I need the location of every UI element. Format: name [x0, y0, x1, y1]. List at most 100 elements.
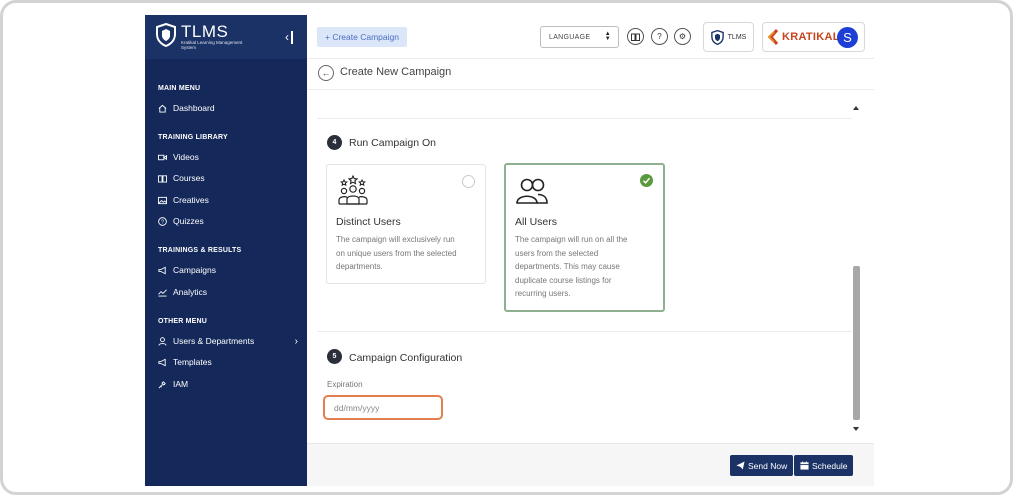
select-arrows-icon: ▲ ▼ [604, 31, 611, 42]
divider [317, 331, 852, 332]
users-group-icon [516, 178, 548, 204]
help-icon[interactable]: ? [651, 28, 668, 45]
kratikal-mark-icon [768, 29, 779, 45]
page-header: ← Create New Campaign [307, 59, 874, 90]
scroll-up-arrow-icon[interactable] [853, 106, 859, 110]
option-description-line: recurring users. [515, 289, 571, 298]
option-description-line: users from the selected [515, 248, 599, 258]
section-main-menu: MAIN MENU [158, 85, 201, 92]
option-description-line: departments. [336, 262, 383, 271]
logo-title: TLMS [181, 22, 229, 41]
sidebar: TLMS Kratikal Learning Management System… [145, 15, 307, 486]
step-title: Run Campaign On [349, 137, 436, 149]
sidebar-header: TLMS Kratikal Learning Management System… [145, 15, 307, 59]
sidebar-item-label: Videos [173, 152, 199, 162]
calendar-icon [800, 461, 809, 470]
expiration-date-input[interactable]: dd/mm/yyyy [323, 395, 443, 420]
form-footer: Send Now Schedule [307, 443, 874, 486]
schedule-button[interactable]: Schedule [794, 455, 854, 476]
user-avatar[interactable]: S [837, 27, 858, 48]
send-now-button[interactable]: Send Now [730, 455, 794, 476]
option-description-line: on unique users from the selected [336, 248, 457, 258]
user-icon [158, 336, 167, 346]
sidebar-item-label: Creatives [173, 195, 209, 205]
sidebar-item-iam[interactable]: IAM [158, 379, 298, 389]
section-training-library: TRAINING LIBRARY [158, 134, 228, 141]
scrollbar-thumb[interactable] [853, 266, 860, 420]
step-number-badge: 4 [327, 135, 342, 150]
app-logo[interactable]: TLMS Kratikal Learning Management System [156, 23, 251, 50]
sidebar-item-dashboard[interactable]: Dashboard [158, 103, 298, 113]
organization-logo: KRATIKAL [768, 29, 840, 45]
gear-icon[interactable]: ⚙ [674, 28, 691, 45]
section-trainings-results: TRAININGS & RESULTS [158, 247, 242, 254]
language-select[interactable]: LANGUAGE ▲ ▼ [540, 26, 619, 48]
option-description-line: The campaign will run on all the [515, 235, 628, 244]
option-title: All Users [515, 216, 558, 228]
sidebar-item-label: Templates [173, 357, 212, 367]
radio-all-users-checked[interactable] [640, 174, 653, 187]
question-circle-icon: ? [158, 216, 167, 226]
sidebar-item-label: Analytics [173, 287, 208, 297]
sidebar-item-creatives[interactable]: Creatives [158, 195, 298, 205]
check-icon [642, 177, 651, 184]
schedule-label: Schedule [812, 460, 848, 471]
sidebar-item-label: Dashboard [173, 103, 215, 113]
option-title: Distinct Users [336, 216, 401, 228]
radio-distinct-users[interactable] [462, 175, 475, 188]
guide-book-icon[interactable] [627, 28, 644, 45]
option-description: The campaign will exclusively run on uni… [336, 233, 457, 274]
sidebar-collapse-button[interactable]: ‹ [285, 29, 297, 45]
scroll-down-arrow-icon[interactable] [853, 427, 859, 431]
image-icon [158, 196, 167, 204]
language-select-value: LANGUAGE [549, 33, 591, 41]
paper-plane-icon [736, 461, 745, 470]
expiration-label: Expiration [327, 380, 363, 389]
step-number-badge: 5 [327, 349, 342, 364]
divider [317, 118, 852, 119]
sidebar-item-courses[interactable]: Courses [158, 173, 298, 183]
sidebar-item-videos[interactable]: Videos [158, 152, 298, 162]
top-bar: + Create Campaign LANGUAGE ▲ ▼ ? ⚙ TLMS K… [307, 15, 874, 59]
shield-logo-icon [156, 23, 176, 47]
megaphone-icon [158, 358, 166, 366]
svg-text:?: ? [161, 219, 164, 225]
back-arrow-icon[interactable]: ← [318, 65, 334, 81]
sidebar-item-label: Campaigns [173, 265, 216, 275]
page-title: Create New Campaign [340, 66, 452, 78]
users-star-icon [338, 174, 368, 205]
tlms-app-chip[interactable]: TLMS [703, 22, 754, 52]
sidebar-item-label: Quizzes [173, 216, 204, 226]
content-scrollbar[interactable] [850, 103, 862, 434]
sidebar-item-users-departments[interactable]: Users & Departments › [158, 335, 298, 347]
video-icon [158, 154, 167, 160]
option-description-line: departments. This may cause [515, 262, 620, 271]
organization-logo-text: KRATIKAL [782, 31, 840, 43]
option-description-line: The campaign will exclusively run [336, 235, 455, 244]
sidebar-item-label: Courses [173, 173, 205, 183]
megaphone-icon [158, 266, 166, 274]
shield-logo-icon [710, 29, 724, 45]
sidebar-item-templates[interactable]: Templates [158, 357, 298, 367]
option-card-distinct-users[interactable]: Distinct Users The campaign will exclusi… [326, 164, 486, 284]
chevron-right-icon: › [294, 335, 298, 347]
send-now-label: Send Now [748, 460, 788, 471]
organization-profile-chip[interactable]: KRATIKAL S [762, 22, 865, 52]
chevron-left-icon: ‹ [285, 30, 289, 44]
home-icon [158, 104, 167, 113]
chart-line-icon [158, 288, 167, 297]
screenshot-frame: TLMS Kratikal Learning Management System… [0, 0, 1013, 495]
option-description: The campaign will run on all the users f… [515, 233, 628, 301]
option-card-all-users[interactable]: All Users The campaign will run on all t… [504, 163, 665, 312]
book-icon [158, 174, 167, 183]
section-other-menu: OTHER MENU [158, 318, 208, 325]
key-icon [158, 380, 166, 388]
sidebar-item-campaigns[interactable]: Campaigns [158, 265, 298, 275]
step-title: Campaign Configuration [349, 352, 463, 364]
option-description-line: duplicate course listings for [515, 275, 612, 285]
sidebar-item-label: IAM [173, 379, 189, 389]
sidebar-item-analytics[interactable]: Analytics [158, 287, 298, 297]
sidebar-item-quizzes[interactable]: ? Quizzes [158, 216, 298, 226]
create-campaign-button[interactable]: + Create Campaign [317, 27, 407, 47]
sidebar-item-label: Users & Departments [173, 336, 255, 346]
